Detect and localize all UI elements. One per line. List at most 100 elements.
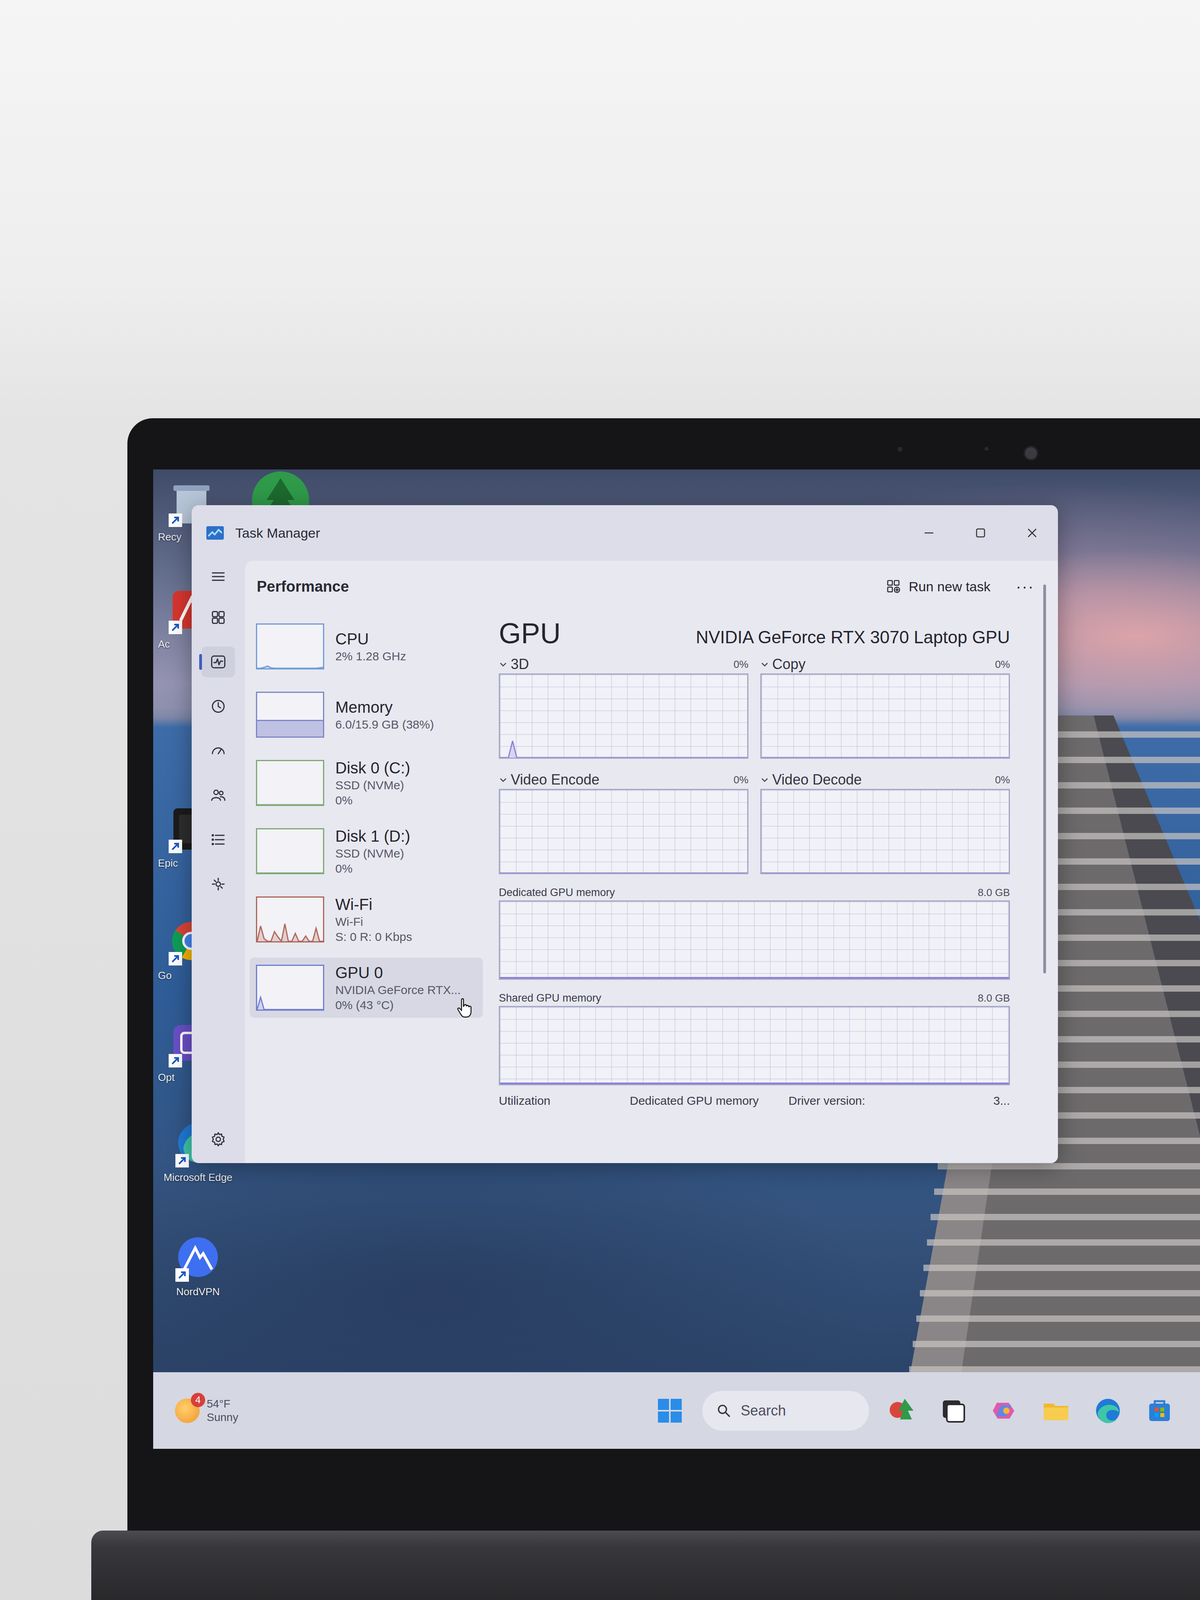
- shortcut-icon: [168, 839, 183, 854]
- usage-line: [257, 829, 324, 874]
- maximize-icon[interactable]: [954, 505, 1007, 561]
- weather-widget[interactable]: 454°FSunny: [175, 1397, 239, 1424]
- chevron-icon[interactable]: [498, 775, 508, 785]
- memory-fill: [257, 719, 324, 737]
- engine-graph-panel: Video Encode0%: [498, 770, 749, 875]
- device-graph: [255, 964, 325, 1011]
- device-list: CPU2% 1.28 GHz Memory6.0/15.9 GB (38%) Dis…: [244, 612, 483, 1164]
- laptop-base: [91, 1530, 1200, 1600]
- taskbar-app[interactable]: [1088, 1391, 1127, 1430]
- engine-selector[interactable]: 3D: [510, 655, 529, 673]
- scrollbar[interactable]: [1043, 584, 1047, 974]
- chevron-icon[interactable]: [498, 659, 508, 669]
- shortcut-icon: [168, 951, 183, 966]
- memory-chart: [498, 1005, 1010, 1086]
- processes-icon: [209, 608, 227, 627]
- startup-icon: [209, 742, 227, 760]
- services-icon: [209, 875, 227, 893]
- selected-indicator: [199, 653, 202, 670]
- engine-chart: [498, 673, 749, 759]
- stat-label: Utilization: [498, 1094, 630, 1108]
- engine-selector[interactable]: Video Encode: [510, 771, 600, 789]
- performance-page: PerformanceRun new task···CPU2% 1.28 GHz…: [244, 560, 1058, 1164]
- performance-icon: [209, 653, 227, 671]
- chevron-icon[interactable]: [760, 659, 770, 669]
- close-icon[interactable]: [1006, 505, 1058, 561]
- shortcut-icon: [168, 1053, 183, 1068]
- taskbar-app[interactable]: [1140, 1391, 1179, 1430]
- nav-item[interactable]: [201, 868, 235, 900]
- chevron-icon[interactable]: [760, 775, 770, 785]
- device-item[interactable]: Disk 0 (C:)SSD (NVMe)0%: [249, 752, 483, 814]
- engine-selector[interactable]: Copy: [772, 655, 806, 673]
- notification-badge: 4: [190, 1392, 206, 1408]
- memory-graph-panel: Shared GPU memory8.0 GB: [498, 990, 1010, 1086]
- engine-chart: [498, 788, 749, 875]
- device-item[interactable]: CPU2% 1.28 GHz: [249, 616, 483, 677]
- taskbar-app[interactable]: [882, 1391, 921, 1430]
- stat-label: 3...: [993, 1094, 1010, 1108]
- nav-item[interactable]: [201, 824, 235, 856]
- settings-icon[interactable]: [201, 1127, 235, 1152]
- task-view-icon: [937, 1394, 970, 1427]
- usage-line: [500, 674, 748, 758]
- device-graph: [255, 828, 325, 875]
- shortcut-icon: [168, 620, 183, 635]
- history-icon: [209, 697, 227, 716]
- usage-line: [500, 790, 748, 874]
- engine-chart: [760, 673, 1010, 759]
- taskbar-app[interactable]: [1037, 1391, 1076, 1430]
- menu-icon[interactable]: [201, 564, 235, 589]
- cursor-icon: [455, 998, 474, 1019]
- nav-item[interactable]: [201, 735, 235, 767]
- device-item[interactable]: GPU 0NVIDIA GeForce RTX...0% (43 °C): [249, 957, 483, 1018]
- nav-item[interactable]: [201, 690, 235, 722]
- shortcut-icon: [175, 1268, 189, 1282]
- task-manager-window: Task ManagerPerformanceRun new task···CP…: [191, 505, 1058, 1164]
- taskbar-app[interactable]: [985, 1391, 1024, 1430]
- file-explorer-icon: [1040, 1394, 1073, 1427]
- webcam-icon: [1023, 445, 1039, 461]
- engine-graphs: 3D0%Copy0%Video Encode0%Video Decode0%: [498, 655, 1010, 875]
- stats-row: UtilizationDedicated GPU memoryDriver ve…: [498, 1090, 1010, 1111]
- memory-usage: [500, 1082, 1009, 1085]
- stat-label: Dedicated GPU memory: [629, 1094, 789, 1108]
- shortcut-icon: [168, 513, 183, 527]
- memory-usage: [500, 976, 1009, 979]
- engine-selector[interactable]: Video Decode: [772, 771, 862, 789]
- memory-chart: [498, 900, 1010, 980]
- nav-rail: [191, 560, 245, 1164]
- usage-line: [257, 965, 324, 1010]
- usage-line: [761, 790, 1009, 874]
- minimize-icon[interactable]: [903, 505, 955, 561]
- title-bar: Task Manager: [191, 505, 1058, 561]
- search-box[interactable]: Search: [702, 1390, 870, 1431]
- usage-line: [257, 761, 324, 805]
- usage-line: [257, 897, 324, 942]
- run-new-task-button[interactable]: Run new task: [877, 574, 999, 599]
- device-item[interactable]: Disk 1 (D:)SSD (NVMe)0%: [249, 821, 483, 882]
- windows-start-icon[interactable]: [650, 1391, 689, 1430]
- nav-item[interactable]: [201, 779, 235, 811]
- desktop-icon[interactable]: NordVPN: [160, 1234, 236, 1299]
- device-item[interactable]: Memory6.0/15.9 GB (38%): [249, 684, 483, 745]
- run-task-icon: [885, 578, 902, 595]
- more-button[interactable]: ···: [1007, 575, 1043, 599]
- stat-label: Driver version:: [788, 1094, 986, 1108]
- store-icon: [1143, 1394, 1176, 1427]
- engine-graph-panel: Video Decode0%: [760, 770, 1010, 875]
- details-icon: [209, 830, 227, 849]
- nav-item[interactable]: [201, 646, 235, 678]
- gpu-panel: GPUNVIDIA GeForce RTX 3070 Laptop GPU3D0…: [482, 612, 1058, 1164]
- device-graph: [255, 691, 325, 738]
- engine-chart: [760, 788, 1010, 875]
- users-icon: [209, 786, 227, 804]
- engine-graph-panel: 3D0%: [498, 655, 749, 759]
- widgets-icon: [885, 1394, 918, 1427]
- nav-item[interactable]: [201, 601, 235, 633]
- edge-icon: [1092, 1394, 1124, 1427]
- device-item[interactable]: Wi-FiWi-FiS: 0 R: 0 Kbps: [249, 889, 483, 950]
- usage-line: [761, 674, 1009, 758]
- taskbar-app[interactable]: [934, 1391, 973, 1430]
- usage-line: [257, 624, 324, 669]
